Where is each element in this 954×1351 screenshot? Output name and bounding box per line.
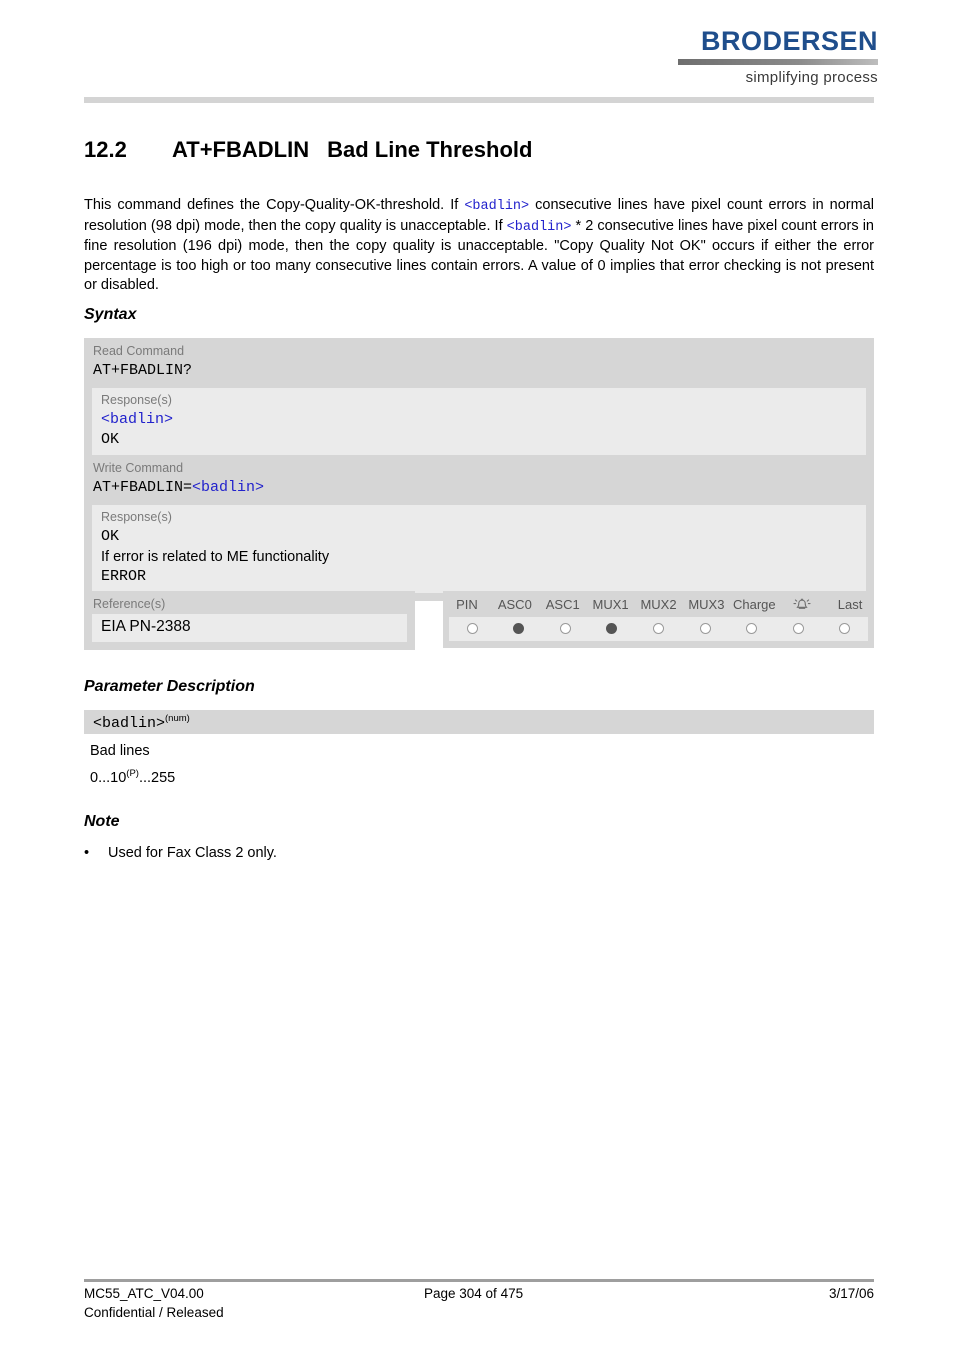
interface-header-asc0: ASC0 [497,597,532,612]
parameter-name: <badlin>(num) [84,710,874,732]
reference-label: Reference(s) [93,597,166,611]
write-response-panel: Response(s) OK If error is related to ME… [92,505,866,593]
read-command-block: Read Command AT+FBADLIN? Response(s) <ba… [84,338,874,464]
interface-header-pin: PIN [456,597,478,612]
read-response-panel: Response(s) <badlin> OK [92,388,866,456]
interface-status-cell [542,617,589,641]
parameter-name-text: <badlin> [93,715,166,732]
interface-status-cell [589,617,636,641]
status-dot-charge [746,623,758,634]
logo-wordmark: BRODERSEN [700,26,878,56]
note-list-item: • Used for Fax Class 2 only. [84,845,784,861]
parameter-range-default: (P) [126,768,139,779]
interface-status-cell [496,617,543,641]
interface-header-asc1: ASC1 [545,597,580,612]
status-dot-asc0 [513,623,525,634]
write-command-label: Write Command [93,461,184,475]
interface-status-cell [449,617,496,641]
interface-status-cell [635,617,682,641]
page-header: BRODERSEN simplifying process [0,0,954,110]
parameter-range-prefix: 0...10 [90,769,127,786]
section-command: AT+FBADLIN [172,137,310,162]
footer-row-bottom: Confidential / Released [84,1305,874,1324]
status-dot-last [839,623,851,634]
logo-tagline: simplifying process [745,69,878,86]
interface-header-charge: Charge [732,597,776,612]
reference-block: Reference(s) EIA PN-2388 [84,591,415,650]
intro-param-ref-1: <badlin> [464,199,530,214]
parameter-range-suffix: ...255 [138,769,176,786]
footer-classification: Confidential / Released [84,1305,224,1320]
interface-header-mux1: MUX1 [592,597,629,612]
interface-status-cell [822,617,869,641]
footer-row-top: MC55_ATC_V04.00 Page 304 of 475 3/17/06 [84,1286,874,1305]
write-command-block: Write Command AT+FBADLIN=<badlin> Respon… [84,455,874,601]
interface-header-last: Last [837,597,863,612]
parameter-type: (num) [165,713,190,724]
write-command-prefix: AT+FBADLIN= [93,479,193,496]
logo-gradient-bar [678,59,878,65]
document-page: BRODERSEN simplifying process 12.2 AT+FBA… [0,0,954,1351]
interface-status-cell [682,617,729,641]
interface-status-cell [775,617,822,641]
alarm-icon [793,598,811,609]
parameter-description-text: Bad lines [90,743,150,759]
section-number: 12.2 [84,137,127,162]
interface-header-alarm-icon [778,591,826,617]
status-dot-alarm [792,623,804,634]
heading-note: Note [84,813,120,830]
write-response-ok: OK [101,528,120,545]
footer-document: MC55_ATC_V04.00 [84,1286,204,1301]
intro-part-1: This command defines the Copy-Quality-OK… [84,197,465,213]
interface-header-mux2: MUX2 [640,597,677,612]
interface-status-row [449,617,868,641]
heading-parameter-description: Parameter Description [84,678,255,695]
parameter-range: 0...10(P)...255 [90,768,175,786]
page-footer: MC55_ATC_V04.00 Page 304 of 475 3/17/06 … [84,1286,874,1324]
header-divider [84,97,874,103]
read-command-text: AT+FBADLIN? [93,362,193,379]
footer-divider [84,1279,874,1282]
write-command-text: AT+FBADLIN=<badlin> [84,478,874,505]
read-command-label: Read Command [93,344,185,358]
write-response-error-note: If error is related to ME functionality [101,549,330,565]
brodersen-logo: BRODERSEN simplifying process [678,28,878,86]
intro-param-ref-2: <badlin> [506,219,572,235]
section-title-text: Bad Line Threshold [327,137,533,162]
write-command-param: <badlin> [192,479,265,496]
footer-page-number: Page 304 of 475 [424,1286,524,1301]
interface-support-table: PIN ASC0 ASC1 MUX1 MUX2 MUX3 Charge Last [443,591,874,648]
write-response-error: ERROR [101,568,147,585]
reference-value: EIA PN-2388 [92,614,407,642]
read-response-param: <badlin> [101,411,174,428]
write-response-label: Response(s) [101,510,172,524]
footer-date: 3/17/06 [828,1286,874,1301]
status-dot-mux1 [606,623,618,634]
interface-header-row: PIN ASC0 ASC1 MUX1 MUX2 MUX3 Charge Last [443,591,874,617]
note-text: Used for Fax Class 2 only. [108,845,277,861]
interface-status-cell [728,617,775,641]
parameter-header-bar: <badlin>(num) [84,710,874,734]
interface-header-mux3: MUX3 [688,597,725,612]
status-dot-mux3 [699,623,711,634]
status-dot-asc1 [559,623,571,634]
status-dot-pin [466,623,478,634]
status-dot-mux2 [653,623,665,634]
intro-paragraph: This command defines the Copy-Quality-OK… [84,196,874,296]
note-bullet: • [84,845,90,861]
read-response-label: Response(s) [101,393,172,407]
heading-syntax: Syntax [84,306,137,323]
read-response-ok: OK [101,431,120,448]
page-title: 12.2 AT+FBADLIN Bad Line Threshold [84,137,884,163]
